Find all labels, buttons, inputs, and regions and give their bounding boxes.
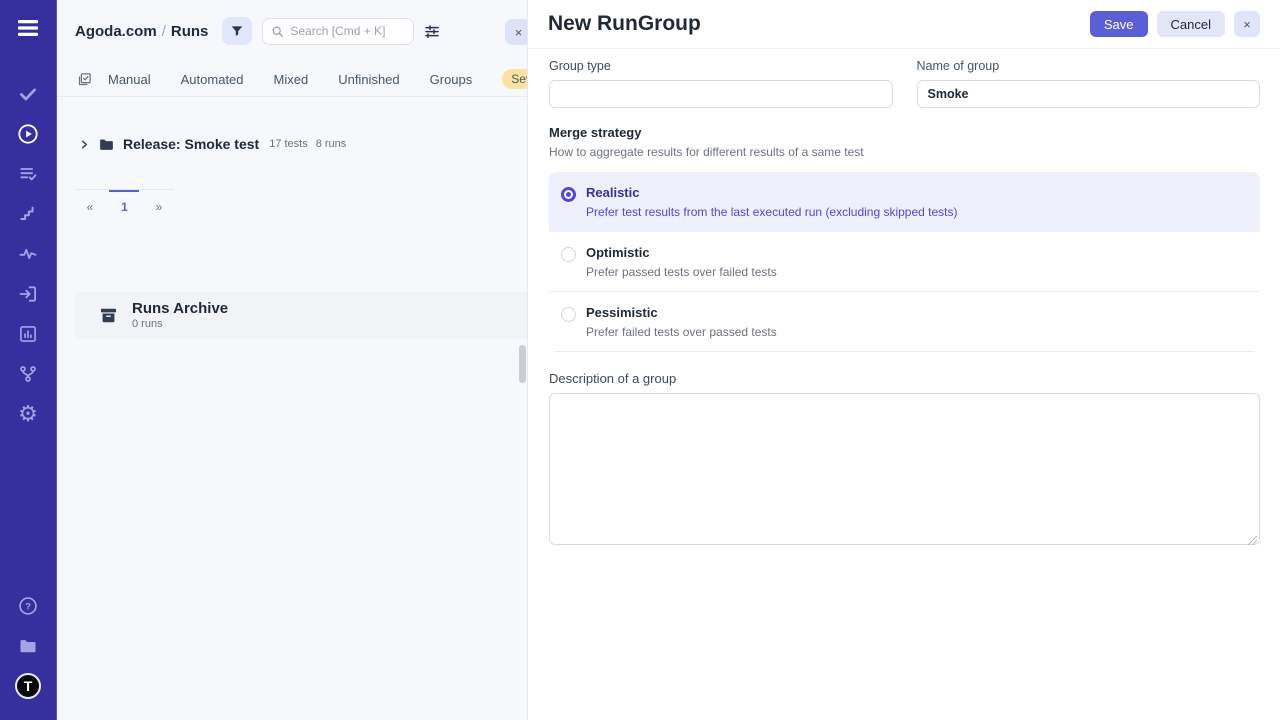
group-type-input[interactable] bbox=[549, 80, 893, 108]
settings-gear-icon[interactable]: ⚙ bbox=[0, 394, 57, 434]
pagination: « 1 » bbox=[75, 189, 174, 216]
merge-strategy-label: Merge strategy bbox=[549, 125, 1260, 140]
tab-automated[interactable]: Automated bbox=[181, 72, 244, 87]
option-pessimistic[interactable]: Pessimistic Prefer failed tests over pas… bbox=[549, 292, 1260, 352]
pulse-activity-icon[interactable] bbox=[0, 234, 57, 274]
breadcrumb: Agoda.com/Runs bbox=[75, 23, 208, 40]
merge-strategy-options: Realistic Prefer test results from the l… bbox=[549, 172, 1260, 352]
close-button[interactable]: × bbox=[1234, 11, 1260, 37]
bulk-select-icon[interactable] bbox=[77, 72, 92, 87]
group-type-label: Group type bbox=[549, 59, 893, 73]
view-settings-button[interactable] bbox=[424, 23, 440, 39]
runs-play-circle-icon[interactable] bbox=[0, 114, 57, 154]
branch-icon[interactable] bbox=[0, 354, 57, 394]
funnel-icon bbox=[230, 24, 244, 38]
option-realistic-title: Realistic bbox=[586, 185, 958, 200]
option-optimistic-description: Prefer passed tests over failed tests bbox=[586, 265, 777, 279]
new-rungroup-panel: New RunGroup Save Cancel × Group type Na… bbox=[527, 0, 1280, 720]
option-optimistic-title: Optimistic bbox=[586, 245, 777, 260]
archive-title: Runs Archive bbox=[132, 301, 228, 318]
tab-groups[interactable]: Groups bbox=[430, 72, 473, 87]
filter-button[interactable] bbox=[222, 17, 252, 45]
user-avatar[interactable]: T bbox=[0, 666, 57, 706]
description-textarea[interactable] bbox=[549, 393, 1260, 545]
analytics-bar-chart-icon[interactable] bbox=[0, 314, 57, 354]
avatar-initial: T bbox=[15, 673, 41, 699]
chevron-right-icon[interactable] bbox=[79, 139, 90, 150]
option-realistic-description: Prefer test results from the last execut… bbox=[586, 205, 958, 219]
milestones-stairs-icon[interactable] bbox=[0, 194, 57, 234]
archive-box-icon bbox=[99, 306, 118, 325]
run-group-row[interactable]: Release: Smoke test 17 tests 8 runs bbox=[57, 127, 527, 161]
hamburger-menu-icon[interactable] bbox=[0, 0, 57, 56]
radio-pessimistic[interactable] bbox=[561, 307, 576, 322]
option-pessimistic-title: Pessimistic bbox=[586, 305, 777, 320]
run-group-tests-count: 17 tests bbox=[269, 138, 308, 150]
radio-optimistic[interactable] bbox=[561, 247, 576, 262]
description-label: Description of a group bbox=[549, 371, 1260, 386]
run-group-runs-count: 8 runs bbox=[316, 138, 347, 150]
scrollbar-thumb[interactable] bbox=[519, 345, 526, 383]
tests-checkmark-icon[interactable] bbox=[0, 74, 57, 114]
tab-unfinished[interactable]: Unfinished bbox=[338, 72, 399, 87]
option-pessimistic-description: Prefer failed tests over passed tests bbox=[586, 325, 777, 339]
projects-folder-icon[interactable] bbox=[0, 626, 57, 666]
tab-manual[interactable]: Manual bbox=[108, 72, 151, 87]
breadcrumb-separator: / bbox=[157, 23, 171, 40]
import-icon[interactable] bbox=[0, 274, 57, 314]
svg-text:?: ? bbox=[25, 601, 31, 611]
merge-strategy-hint: How to aggregate results for different r… bbox=[549, 145, 1260, 159]
group-name-input[interactable] bbox=[917, 80, 1261, 108]
option-realistic[interactable]: Realistic Prefer test results from the l… bbox=[549, 172, 1260, 232]
radio-realistic[interactable] bbox=[561, 187, 576, 202]
search-input[interactable] bbox=[290, 24, 400, 38]
archive-runs-count: 0 runs bbox=[132, 318, 228, 330]
gear-glyph: ⚙ bbox=[18, 403, 38, 425]
run-group-title[interactable]: Release: Smoke test bbox=[123, 136, 259, 152]
pagination-page-1[interactable]: 1 bbox=[109, 190, 139, 214]
test-plans-list-check-icon[interactable] bbox=[0, 154, 57, 194]
panel-header: New RunGroup Save Cancel × bbox=[528, 0, 1280, 49]
breadcrumb-project[interactable]: Agoda.com bbox=[75, 23, 157, 40]
cancel-button[interactable]: Cancel bbox=[1157, 11, 1225, 37]
runs-list-panel: Agoda.com/Runs × Manual Automated Mixed … bbox=[57, 0, 527, 720]
app-root: ⚙ ? T Agoda.com/Runs bbox=[0, 0, 1280, 720]
runs-archive-row[interactable]: Runs Archive 0 runs bbox=[75, 292, 527, 339]
search-icon bbox=[271, 25, 284, 38]
option-optimistic[interactable]: Optimistic Prefer passed tests over fail… bbox=[549, 232, 1260, 292]
sliders-icon bbox=[424, 23, 440, 39]
folder-icon bbox=[98, 136, 115, 153]
pagination-next[interactable]: » bbox=[144, 192, 174, 214]
group-name-label: Name of group bbox=[917, 59, 1261, 73]
tab-mixed[interactable]: Mixed bbox=[274, 72, 309, 87]
panel-body: Group type Name of group Merge strategy … bbox=[528, 49, 1280, 550]
sidebar: ⚙ ? T bbox=[0, 0, 57, 720]
save-button[interactable]: Save bbox=[1090, 11, 1148, 37]
pagination-prev[interactable]: « bbox=[75, 192, 105, 214]
panel-title: New RunGroup bbox=[548, 12, 701, 36]
left-panel-header: Agoda.com/Runs × bbox=[57, 0, 527, 62]
breadcrumb-section: Runs bbox=[171, 23, 209, 40]
search-box[interactable] bbox=[262, 18, 414, 45]
help-icon[interactable]: ? bbox=[0, 586, 57, 626]
runs-filter-tabs: Manual Automated Mixed Unfinished Groups… bbox=[57, 62, 527, 97]
